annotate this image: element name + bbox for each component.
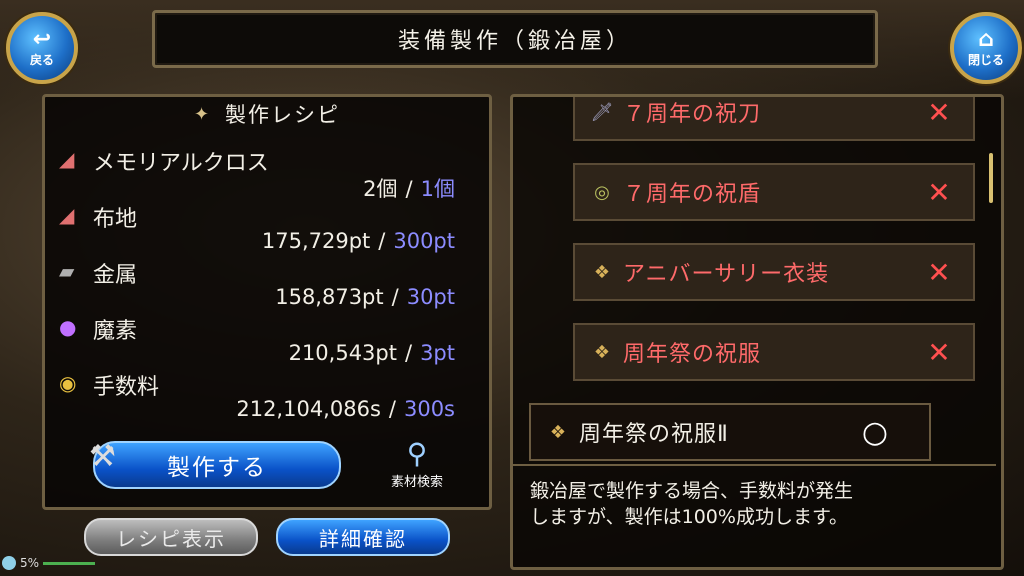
back-label: 戻る (29, 52, 54, 67)
list-item[interactable]: ◎ ７周年の祝盾 ✕ (573, 163, 975, 221)
unavailable-icon: ✕ (927, 95, 951, 129)
craft-button[interactable]: ⚒ 製作する (89, 439, 341, 489)
required-amount: 3pt (420, 341, 455, 365)
list-item[interactable]: ❖ 周年祭の祝服 ✕ (573, 323, 975, 381)
material-amount: 210,543pt / 3pt (289, 341, 455, 365)
back-button[interactable]: ↩ 戻る (6, 12, 78, 84)
available-icon: ○ (861, 414, 889, 450)
material-amount: 212,104,086s / 300s (236, 397, 455, 421)
page-title: 装備製作（鍛冶屋） (152, 10, 878, 68)
owned-amount: 158,873pt (275, 285, 384, 309)
orb-icon: ● (59, 315, 77, 339)
amount-separator: / (378, 229, 386, 253)
amount-separator: / (404, 341, 413, 365)
home-icon: ⌂ (978, 26, 994, 52)
material-name: 魔素 (93, 319, 138, 344)
description-line: しますが、製作は100%成功します。 (530, 506, 849, 528)
close-button[interactable]: ⌂ 閉じる (950, 12, 1022, 84)
material-name: 布地 (93, 207, 138, 232)
material-amount: 175,729pt / 300pt (262, 229, 455, 253)
amount-separator: / (391, 285, 399, 309)
shield-icon: ◎ (594, 181, 610, 203)
cloth-icon: ◢ (59, 203, 75, 227)
list-item[interactable]: ❖ アニバーサリー衣装 ✕ (573, 243, 975, 301)
material-row: ◢ メモリアルクロス 2個 / 1個 (45, 145, 489, 201)
sword-icon: 🗡 (590, 101, 614, 123)
recipe-title: 製作レシピ (225, 103, 341, 127)
status-bar (43, 561, 96, 565)
list-item-selected[interactable]: ❖ 周年祭の祝服Ⅱ ○ (529, 403, 931, 461)
hammer-icon: ⚒ (89, 439, 118, 474)
owned-amount: 175,729pt (261, 229, 371, 253)
status-icon (2, 556, 16, 570)
status-indicator: 5% (2, 556, 96, 570)
detail-check-button[interactable]: 詳細確認 (276, 518, 450, 556)
list-item[interactable]: 🗡 ７周年の祝刀 ✕ (573, 95, 975, 141)
required-amount: 30pt (406, 285, 455, 309)
item-name: ７周年の祝盾 (623, 182, 762, 207)
magnifier-icon: ⚲ (406, 437, 428, 470)
recipe-display-button[interactable]: レシピ表示 (84, 518, 258, 556)
scrollbar[interactable] (989, 153, 993, 203)
close-label: 閉じる (967, 52, 1004, 67)
material-amount: 2個 / 1個 (363, 173, 455, 203)
item-name: アニバーサリー衣装 (623, 262, 830, 287)
unavailable-icon: ✕ (927, 255, 951, 289)
amount-separator: / (405, 177, 413, 201)
required-amount: 1個 (420, 177, 455, 201)
amount-separator: / (388, 397, 396, 421)
description-text: 鍛冶屋で製作する場合、手数料が発生 しますが、製作は100%成功します。 (510, 466, 998, 540)
coin-icon: ◉ (59, 371, 77, 395)
recipe-header: ✦ 製作レシピ (45, 97, 489, 131)
status-percent: 5% (20, 556, 40, 570)
unavailable-icon: ✕ (927, 335, 951, 369)
item-name: 周年祭の祝服 (623, 342, 762, 367)
material-row: ▰ 金属 158,873pt / 30pt (45, 257, 489, 313)
ingot-icon: ▰ (59, 259, 75, 283)
material-row: ◢ 布地 175,729pt / 300pt (45, 201, 489, 257)
back-arrow-icon: ↩ (32, 26, 52, 52)
required-amount: 300pt (393, 229, 455, 253)
material-name: メモリアルクロス (93, 151, 269, 176)
recipe-panel: ✦ 製作レシピ ◢ メモリアルクロス 2個 / 1個 ◢ 布地 175,729pt /… (42, 94, 492, 510)
costume-icon: ❖ (593, 341, 611, 363)
craft-label: 製作する (167, 455, 267, 481)
material-name: 手数料 (93, 375, 160, 400)
material-row: ◉ 手数料 212,104,086s / 300s (45, 369, 489, 425)
required-amount: 300s (403, 397, 455, 421)
recipe-book-icon: ✦ (193, 103, 212, 125)
description-line: 鍛冶屋で製作する場合、手数料が発生 (530, 480, 854, 502)
unavailable-icon: ✕ (927, 175, 951, 209)
material-amount: 158,873pt / 30pt (275, 285, 455, 309)
costume-icon: ❖ (593, 261, 611, 283)
cloth-icon: ◢ (59, 147, 75, 171)
material-search-label: 素材検索 (390, 475, 443, 490)
owned-amount: 210,543pt (288, 341, 397, 365)
material-search-button[interactable]: ⚲ 素材検索 (375, 437, 459, 499)
owned-amount: 212,104,086s (236, 397, 381, 421)
material-row: ● 魔素 210,543pt / 3pt (45, 313, 489, 369)
item-name: ７周年の祝刀 (623, 102, 762, 127)
item-name: 周年祭の祝服Ⅱ (579, 422, 729, 447)
owned-amount: 2個 (363, 177, 398, 201)
material-name: 金属 (93, 263, 138, 288)
costume-icon: ❖ (549, 421, 567, 443)
